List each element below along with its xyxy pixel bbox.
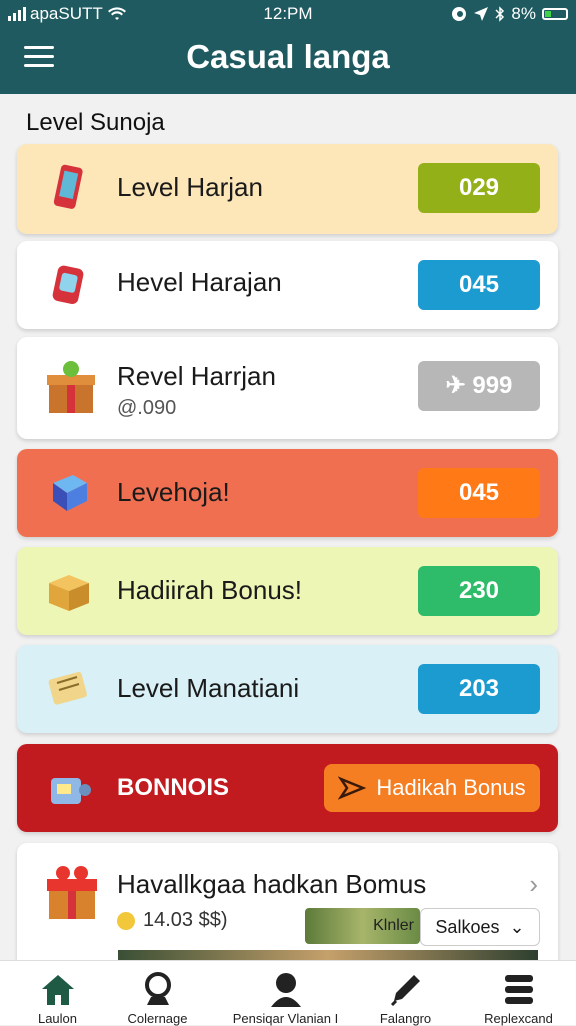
level-card[interactable]: Levehoja! 045 bbox=[17, 449, 558, 537]
list-icon bbox=[504, 975, 533, 1004]
reward-dropdown[interactable]: Salkoes ⌄ bbox=[420, 908, 540, 946]
card-value-button[interactable]: 230 bbox=[418, 566, 540, 616]
app-bar: Casual langa bbox=[0, 28, 576, 94]
profile-icon bbox=[270, 973, 301, 1007]
box-icon bbox=[49, 575, 89, 611]
alarm-icon bbox=[452, 7, 467, 21]
level-card[interactable]: Hadiirah Bonus! 230 bbox=[17, 547, 558, 635]
nav-item-pencil[interactable]: Falangro bbox=[348, 969, 463, 1026]
reward-image: Klnler bbox=[305, 908, 420, 944]
card-subtext: @.090 bbox=[117, 397, 177, 419]
card-label: Revel Harrjan bbox=[117, 361, 276, 391]
card-label: Level Harjan bbox=[117, 172, 263, 202]
section-label: Level Sunoja bbox=[26, 109, 165, 136]
home-icon bbox=[41, 975, 74, 1005]
card-value-button[interactable]: ✈ 999 bbox=[418, 361, 540, 411]
ticket-icon bbox=[48, 672, 87, 705]
card-value: 999 bbox=[472, 372, 513, 399]
card-label: Level Manatiani bbox=[117, 673, 300, 703]
card-value-button[interactable]: 029 bbox=[418, 163, 540, 213]
bonus-machine-icon bbox=[51, 778, 91, 804]
battery-icon bbox=[542, 8, 568, 20]
nav-item-pin[interactable]: Colernage bbox=[100, 969, 215, 1026]
get-bonus-label: Hadikah Bonus bbox=[376, 775, 526, 800]
chevron-down-icon: ⌄ bbox=[509, 916, 525, 937]
level-card[interactable]: Hevel Harajan 045 bbox=[17, 241, 558, 329]
pin-icon bbox=[144, 972, 171, 1005]
dropdown-value: Salkoes bbox=[435, 916, 500, 937]
tag-icon bbox=[52, 265, 84, 304]
pencil-icon bbox=[390, 975, 420, 1007]
bottom-nav: Laulon Colernage Pensiqar Vlanian I Fala… bbox=[0, 960, 576, 1026]
nav-item-home[interactable]: Laulon bbox=[0, 969, 115, 1026]
card-value-button[interactable]: 045 bbox=[418, 468, 540, 518]
reward-price: 14.03 $$) bbox=[143, 909, 228, 931]
card-label: Hevel Harajan bbox=[117, 267, 282, 297]
battery-level: 8% bbox=[511, 4, 536, 23]
card-label: Levehoja! bbox=[117, 477, 230, 507]
gift-box-icon bbox=[47, 361, 95, 413]
nav-item-list[interactable]: Replexcand bbox=[461, 969, 576, 1026]
card-label: Hadiirah Bonus! bbox=[117, 575, 302, 605]
disabled-icon: ✈ bbox=[445, 372, 473, 399]
reward-title: Havallkgaa hadkan Bomus bbox=[117, 869, 427, 899]
phone-icon bbox=[53, 164, 83, 209]
bonus-banner: BONNOIS Hadikah Bonus bbox=[17, 744, 558, 832]
status-bar: apaSUTT 12:PM 8% bbox=[0, 0, 576, 28]
bluetooth-icon bbox=[495, 6, 505, 22]
gift-icon bbox=[47, 866, 97, 919]
card-value-button[interactable]: 203 bbox=[418, 664, 540, 714]
chevron-right-icon[interactable]: › bbox=[529, 869, 538, 900]
get-bonus-button[interactable]: Hadikah Bonus bbox=[324, 764, 540, 812]
level-card[interactable]: Revel Harrjan @.090 ✈ 999 bbox=[17, 337, 558, 439]
reward-image-text: Klnler bbox=[373, 917, 414, 934]
cube-icon bbox=[53, 475, 87, 511]
arrow-icon bbox=[338, 776, 367, 800]
level-card[interactable]: Level Harjan 029 bbox=[17, 144, 558, 234]
page-title: Casual langa bbox=[186, 38, 390, 75]
level-card[interactable]: Level Manatiani 203 bbox=[17, 645, 558, 733]
price-row: 14.03 $$) bbox=[117, 909, 228, 932]
coin-icon bbox=[117, 911, 135, 930]
nav-item-profile[interactable]: Pensiqar Vlanian I bbox=[228, 969, 343, 1026]
bonus-label: BONNOIS bbox=[117, 774, 230, 801]
card-value-button[interactable]: 045 bbox=[418, 260, 540, 310]
location-icon bbox=[474, 7, 489, 21]
